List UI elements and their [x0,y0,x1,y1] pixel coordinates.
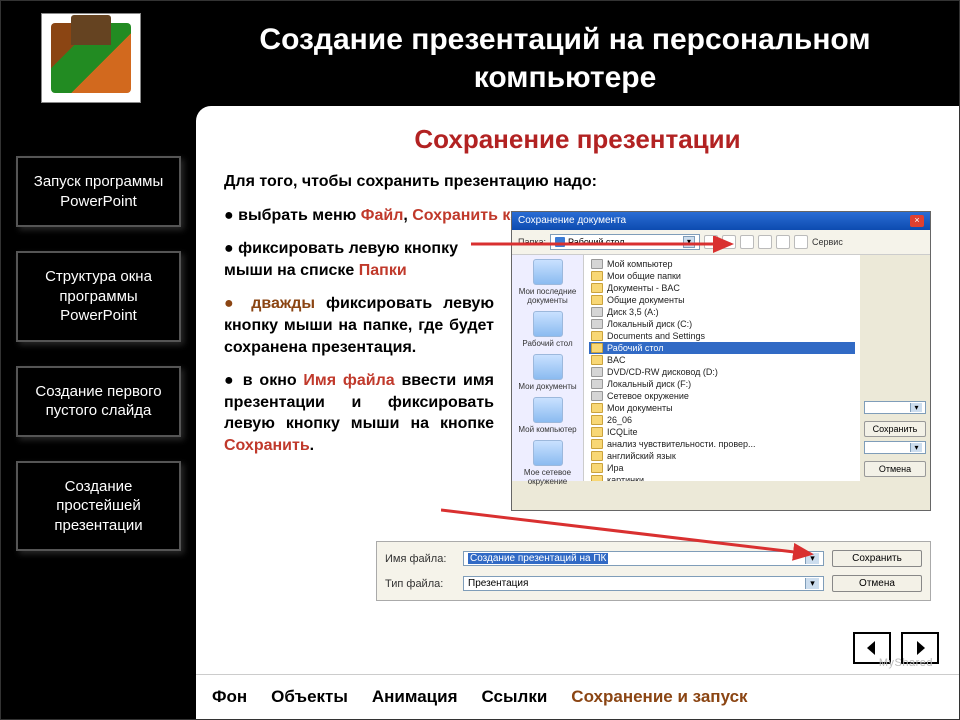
nav-objects[interactable]: Объекты [259,677,360,717]
content-title: Сохранение презентации [224,124,931,155]
tree-item[interactable]: Сетевое окружение [589,390,855,402]
tree-item[interactable]: анализ чувствительности. провер... [589,438,855,450]
tree-item[interactable]: Рабочий стол [589,342,855,354]
tree-item[interactable]: Documents and Settings [589,330,855,342]
bullet-3: ● дважды фиксировать ле­вую кнопку мыши … [224,293,494,358]
tree-item[interactable]: английский язык [589,450,855,462]
sidebar-item-simple-pres[interactable]: Создание простейшей презентации [16,461,181,552]
tree-item[interactable]: Локальный диск (C:) [589,318,855,330]
nav-animation[interactable]: Анимация [360,677,470,717]
arrow-annotation-2 [441,506,821,561]
filetype-dropdown[interactable]: Презентация▾ [463,576,824,591]
nav-background[interactable]: Фон [200,677,259,717]
sidebar-item-structure[interactable]: Структура окна программы PowerPoint [16,251,181,342]
views-icon[interactable] [794,235,808,249]
new-folder-icon[interactable] [776,235,790,249]
tree-item[interactable]: DVD/CD-RW дисковод (D:) [589,366,855,378]
logo [41,13,141,103]
tree-item[interactable]: Мои общие папки [589,270,855,282]
filetype-label: Тип файла: [385,578,455,590]
tree-item[interactable]: Локальный диск (F:) [589,378,855,390]
header: Создание презентаций на персональном ком… [1,1,959,106]
place-network[interactable]: Мое сетевое окружение [514,440,581,486]
cancel-button[interactable]: Отмена [832,575,922,592]
bullet-2: ● фиксировать левую кнопку мыши на списк… [224,238,494,281]
place-mydocs[interactable]: Мои документы [514,354,581,391]
sidebar-item-first-slide[interactable]: Создание первого пустого слайда [16,366,181,437]
tree-item[interactable]: картинки [589,474,855,481]
bullet-4: ● в окно Имя файла ввести имя презентаци… [224,370,494,456]
dialog-save-button[interactable]: Сохранить [864,421,926,437]
nav-save-run[interactable]: Сохранение и запуск [559,677,759,717]
dialog-cancel-button[interactable]: Отмена [864,461,926,477]
tree-item[interactable]: Мои документы [589,402,855,414]
tree-item[interactable]: 26_06 [589,414,855,426]
arrow-annotation-1 [471,236,741,266]
sidebar: Запуск программы PowerPoint Структура ок… [1,106,196,674]
tree-item[interactable]: BAC [589,354,855,366]
dialog-titlebar: Сохранение документа × [512,212,930,230]
close-icon[interactable]: × [910,215,924,227]
tree-item[interactable]: ICQLite [589,426,855,438]
next-slide-button[interactable] [901,632,939,664]
prev-slide-button[interactable] [853,632,891,664]
places-bar: Мои последние документы Рабочий стол Мои… [512,255,584,481]
sidebar-item-launch[interactable]: Запуск программы PowerPoint [16,156,181,227]
page-title: Создание презентаций на персональном ком… [171,1,959,96]
bottom-nav: Фон Объекты Анимация Ссылки Сохранение и… [196,674,959,719]
place-mycomputer[interactable]: Мой компьютер [514,397,581,434]
intro-text: Для того, чтобы сохранить презентацию на… [224,171,931,193]
delete-icon[interactable] [758,235,772,249]
tree-item[interactable]: Диск 3,5 (A:) [589,306,855,318]
place-desktop[interactable]: Рабочий стол [514,311,581,348]
tree-item[interactable]: Общие документы [589,294,855,306]
slide-nav [853,632,939,664]
nav-links[interactable]: Ссылки [470,677,560,717]
tree-item[interactable]: Ира [589,462,855,474]
search-icon[interactable] [740,235,754,249]
save-button[interactable]: Сохранить [832,550,922,567]
service-menu[interactable]: Сервис [812,237,843,247]
file-tree[interactable]: Мой компьютерМои общие папкиДокументы - … [584,255,860,481]
tree-item[interactable]: Документы - BAC [589,282,855,294]
